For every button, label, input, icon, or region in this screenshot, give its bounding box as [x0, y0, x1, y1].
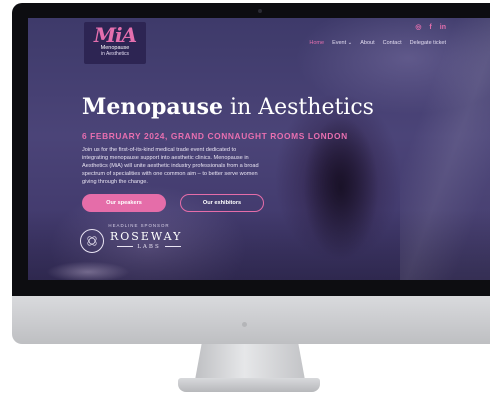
linkedin-icon[interactable]: in	[440, 24, 446, 32]
site-logo[interactable]: MiA Menopause in Aesthetics	[84, 22, 146, 64]
monitor-chin	[12, 296, 490, 344]
nav-about[interactable]: About	[360, 40, 374, 47]
hand-highlight	[28, 258, 138, 280]
rose-icon	[80, 229, 104, 253]
social-links: ◎ f in	[415, 24, 446, 32]
nav-delegate-ticket[interactable]: Delegate ticket	[410, 40, 446, 47]
monitor-stand	[195, 344, 305, 380]
camera-dot	[258, 9, 262, 13]
our-exhibitors-button[interactable]: Our exhibitors	[180, 194, 264, 212]
facebook-icon[interactable]: f	[429, 24, 431, 32]
event-date: 6 FEBRUARY 2024, GRAND CONNAUGHT ROOMS L…	[82, 131, 348, 141]
sponsor-name[interactable]: ROSEWAY	[110, 230, 182, 243]
our-speakers-button[interactable]: Our speakers	[82, 194, 166, 212]
hero-title: Menopause in Aesthetics	[82, 94, 374, 121]
hero-title-light: in Aesthetics	[223, 95, 374, 120]
nav-event[interactable]: Event ⌄	[332, 40, 352, 47]
sponsor-sub: LABS	[110, 244, 188, 250]
hero-title-bold: Menopause	[82, 94, 224, 120]
main-nav: Home Event ⌄ About Contact Delegate tick…	[309, 40, 446, 47]
monitor-foot	[178, 378, 320, 392]
chin-dot	[242, 322, 247, 327]
hero-description: Join us for the first-of-its-kind medica…	[82, 147, 259, 185]
nav-home[interactable]: Home	[309, 40, 324, 47]
sponsor-label: HEADLINE SPONSOR	[108, 223, 170, 228]
logo-line2: in Aesthetics	[100, 51, 130, 57]
logo-mark: MiA	[93, 23, 137, 47]
instagram-icon[interactable]: ◎	[415, 24, 421, 32]
screen: MiA Menopause in Aesthetics ◎ f in Home …	[28, 18, 490, 280]
nav-contact[interactable]: Contact	[383, 40, 402, 47]
